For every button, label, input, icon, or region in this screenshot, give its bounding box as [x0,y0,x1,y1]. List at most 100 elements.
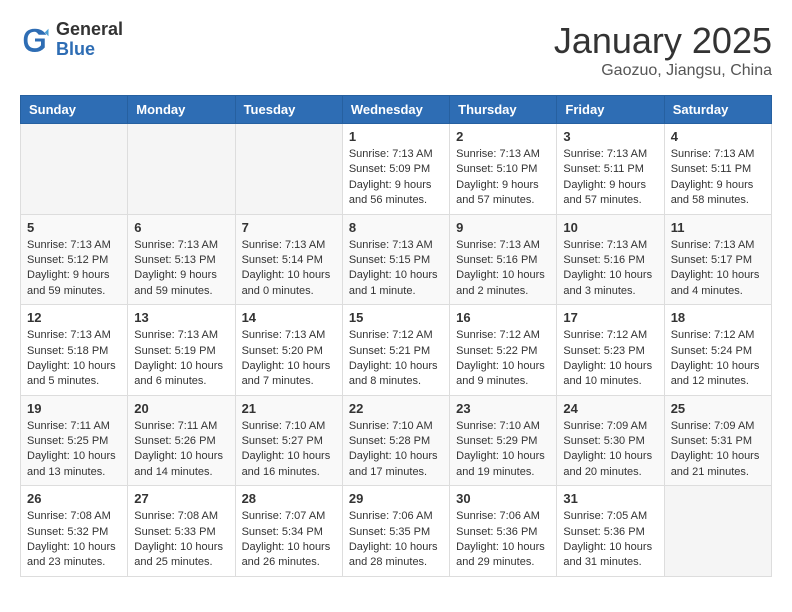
day-info: Sunrise: 7:13 AMSunset: 5:15 PMDaylight:… [349,238,443,300]
weekday-header-sunday: Sunday [21,96,128,124]
day-info: Sunrise: 7:10 AMSunset: 5:27 PMDaylight:… [242,419,336,481]
day-info: Sunrise: 7:10 AMSunset: 5:28 PMDaylight:… [349,419,443,481]
logo-blue: Blue [56,40,123,60]
calendar-cell: 14 Sunrise: 7:13 AMSunset: 5:20 PMDayligh… [235,305,342,396]
calendar-cell: 10 Sunrise: 7:13 AMSunset: 5:16 PMDayligh… [557,214,664,305]
day-info: Sunrise: 7:13 AMSunset: 5:19 PMDaylight:… [134,328,228,390]
calendar-cell: 16 Sunrise: 7:12 AMSunset: 5:22 PMDayligh… [450,305,557,396]
day-info: Sunrise: 7:13 AMSunset: 5:11 PMDaylight:… [563,147,657,209]
calendar-cell [664,486,771,577]
day-info: Sunrise: 7:13 AMSunset: 5:16 PMDaylight:… [456,238,550,300]
day-info: Sunrise: 7:10 AMSunset: 5:29 PMDaylight:… [456,419,550,481]
day-info: Sunrise: 7:12 AMSunset: 5:24 PMDaylight:… [671,328,765,390]
day-number: 30 [456,491,550,506]
calendar-cell [21,124,128,215]
day-number: 4 [671,129,765,144]
calendar-cell: 8 Sunrise: 7:13 AMSunset: 5:15 PMDaylight… [342,214,449,305]
calendar-cell: 4 Sunrise: 7:13 AMSunset: 5:11 PMDaylight… [664,124,771,215]
calendar-cell: 29 Sunrise: 7:06 AMSunset: 5:35 PMDayligh… [342,486,449,577]
calendar-cell: 25Sunrise: 7:09 AMSunset: 5:31 PMDayligh… [664,395,771,486]
calendar-cell: 5Sunrise: 7:13 AMSunset: 5:12 PMDaylight… [21,214,128,305]
weekday-header-friday: Friday [557,96,664,124]
day-number: 29 [349,491,443,506]
day-number: 18 [671,310,765,325]
calendar-cell: 9 Sunrise: 7:13 AMSunset: 5:16 PMDaylight… [450,214,557,305]
calendar-cell: 30 Sunrise: 7:06 AMSunset: 5:36 PMDayligh… [450,486,557,577]
day-number: 17 [563,310,657,325]
day-info: Sunrise: 7:06 AMSunset: 5:36 PMDaylight:… [456,509,550,571]
day-number: 8 [349,220,443,235]
day-number: 10 [563,220,657,235]
day-number: 16 [456,310,550,325]
weekday-header-wednesday: Wednesday [342,96,449,124]
logo-general: General [56,20,123,40]
day-number: 14 [242,310,336,325]
day-info: Sunrise: 7:08 AMSunset: 5:32 PMDaylight:… [27,509,121,571]
calendar-cell: 13 Sunrise: 7:13 AMSunset: 5:19 PMDayligh… [128,305,235,396]
weekday-header-thursday: Thursday [450,96,557,124]
calendar-cell: 1 Sunrise: 7:13 AMSunset: 5:09 PMDaylight… [342,124,449,215]
day-number: 9 [456,220,550,235]
day-number: 31 [563,491,657,506]
logo-icon [20,25,50,55]
day-info: Sunrise: 7:11 AMSunset: 5:26 PMDaylight:… [134,419,228,481]
day-info: Sunrise: 7:13 AMSunset: 5:11 PMDaylight:… [671,147,765,209]
day-info: Sunrise: 7:12 AMSunset: 5:22 PMDaylight:… [456,328,550,390]
calendar-cell: 24Sunrise: 7:09 AMSunset: 5:30 PMDayligh… [557,395,664,486]
day-number: 21 [242,401,336,416]
day-info: Sunrise: 7:13 AMSunset: 5:17 PMDaylight:… [671,238,765,300]
day-number: 19 [27,401,121,416]
calendar-subtitle: Gaozuo, Jiangsu, China [554,62,772,80]
weekday-header-row: SundayMondayTuesdayWednesdayThursdayFrid… [21,96,772,124]
calendar-cell: 11 Sunrise: 7:13 AMSunset: 5:17 PMDayligh… [664,214,771,305]
day-number: 25 [671,401,765,416]
day-info: Sunrise: 7:05 AMSunset: 5:36 PMDaylight:… [563,509,657,571]
week-row-4: 19 Sunrise: 7:11 AMSunset: 5:25 PMDayligh… [21,395,772,486]
day-info: Sunrise: 7:13 AMSunset: 5:16 PMDaylight:… [563,238,657,300]
day-info: Sunrise: 7:12 AMSunset: 5:21 PMDaylight:… [349,328,443,390]
day-info: Sunrise: 7:12 AMSunset: 5:23 PMDaylight:… [563,328,657,390]
calendar-cell: 7 Sunrise: 7:13 AMSunset: 5:14 PMDaylight… [235,214,342,305]
day-info: Sunrise: 7:07 AMSunset: 5:34 PMDaylight:… [242,509,336,571]
day-number: 1 [349,129,443,144]
weekday-header-saturday: Saturday [664,96,771,124]
calendar-cell: 26 Sunrise: 7:08 AMSunset: 5:32 PMDayligh… [21,486,128,577]
calendar-cell [128,124,235,215]
calendar-cell: 19 Sunrise: 7:11 AMSunset: 5:25 PMDayligh… [21,395,128,486]
day-number: 24 [563,401,657,416]
week-row-3: 12 Sunrise: 7:13 AMSunset: 5:18 PMDayligh… [21,305,772,396]
weekday-header-tuesday: Tuesday [235,96,342,124]
day-number: 3 [563,129,657,144]
day-number: 28 [242,491,336,506]
calendar-cell: 15 Sunrise: 7:12 AMSunset: 5:21 PMDayligh… [342,305,449,396]
day-info: Sunrise: 7:13 AMSunset: 5:20 PMDaylight:… [242,328,336,390]
weekday-header-monday: Monday [128,96,235,124]
day-info: Sunrise: 7:13 AMSunset: 5:18 PMDaylight:… [27,328,121,390]
day-number: 27 [134,491,228,506]
day-info: Sunrise: 7:13 AMSunset: 5:10 PMDaylight:… [456,147,550,209]
day-number: 7 [242,220,336,235]
calendar-cell: 31 Sunrise: 7:05 AMSunset: 5:36 PMDayligh… [557,486,664,577]
day-info: Sunrise: 7:13 AMSunset: 5:14 PMDaylight:… [242,238,336,300]
day-number: 11 [671,220,765,235]
day-number: 6 [134,220,228,235]
day-info: Sunrise: 7:13 AMSunset: 5:09 PMDaylight:… [349,147,443,209]
day-number: 22 [349,401,443,416]
day-number: 12 [27,310,121,325]
day-number: 13 [134,310,228,325]
day-info: Sunrise: 7:08 AMSunset: 5:33 PMDaylight:… [134,509,228,571]
day-info: Sunrise: 7:13 AMSunset: 5:13 PMDaylight:… [134,238,228,300]
calendar-cell: 28 Sunrise: 7:07 AMSunset: 5:34 PMDayligh… [235,486,342,577]
calendar-cell: 2Sunrise: 7:13 AMSunset: 5:10 PMDaylight… [450,124,557,215]
day-info: Sunrise: 7:06 AMSunset: 5:35 PMDaylight:… [349,509,443,571]
calendar-cell: 22 Sunrise: 7:10 AMSunset: 5:28 PMDayligh… [342,395,449,486]
calendar-cell: 6 Sunrise: 7:13 AMSunset: 5:13 PMDaylight… [128,214,235,305]
logo: General Blue [20,20,123,60]
day-number: 15 [349,310,443,325]
day-number: 26 [27,491,121,506]
calendar-cell: 21 Sunrise: 7:10 AMSunset: 5:27 PMDayligh… [235,395,342,486]
calendar-cell: 17 Sunrise: 7:12 AMSunset: 5:23 PMDayligh… [557,305,664,396]
day-info: Sunrise: 7:11 AMSunset: 5:25 PMDaylight:… [27,419,121,481]
day-number: 23 [456,401,550,416]
day-number: 20 [134,401,228,416]
